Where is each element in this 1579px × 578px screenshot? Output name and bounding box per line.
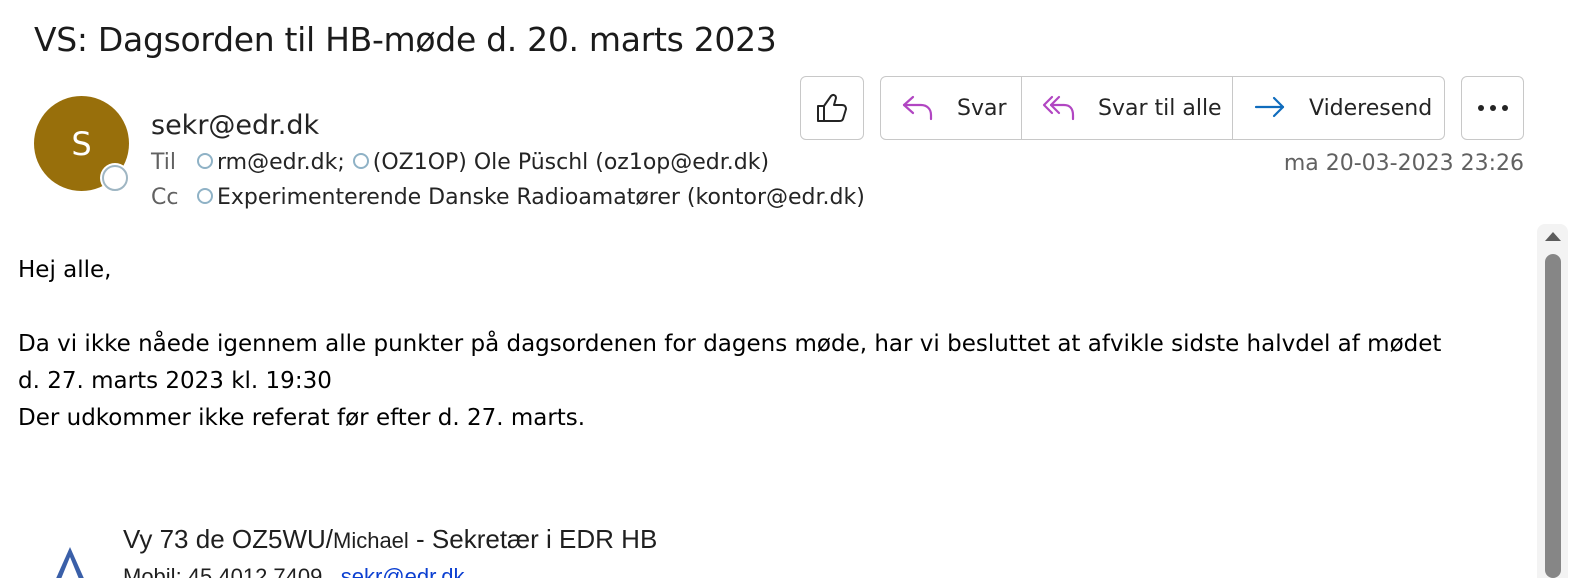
presence-status-icon [102, 165, 128, 191]
to-recipients-row: Til rm@edr.dk; (OZ1OP) Ole Püschl (oz1op… [151, 150, 769, 175]
cc-recipients-row: Cc Experimenterende Danske Radioamatører… [151, 185, 865, 210]
like-button[interactable] [800, 76, 864, 140]
forward-label: Videresend [1309, 95, 1433, 121]
reply-all-label: Svar til alle [1098, 95, 1222, 121]
signature-callsign: Vy 73 de OZ5WU/ [123, 524, 333, 554]
more-horizontal-icon [1477, 105, 1508, 111]
cc-label: Cc [151, 185, 179, 210]
body-line: Der udkommer ikke referat før efter d. 2… [18, 405, 586, 431]
avatar-initial: S [71, 124, 92, 163]
message-body: Hej alle, Da vi ikke nåede igennem alle … [18, 252, 1518, 437]
signature-line: Vy 73 de OZ5WU/Michael - Sekretær i EDR … [123, 524, 657, 555]
scroll-up-arrow-icon[interactable] [1544, 230, 1562, 242]
recipient-item[interactable]: Experimenterende Danske Radioamatører (k… [217, 185, 865, 210]
to-label: Til [151, 150, 176, 175]
signature-phone: Mobil: 45 4012 7409 [123, 564, 323, 578]
reply-all-icon [1042, 95, 1075, 121]
recipient-item[interactable]: (OZ1OP) Ole Püschl (oz1op@edr.dk) [373, 150, 769, 175]
more-actions-button[interactable] [1461, 76, 1524, 140]
reply-icon [902, 95, 933, 121]
presence-circle-icon [197, 152, 213, 169]
signature-contact-line: Mobil: 45 4012 7409 sekr@edr.dk [123, 564, 465, 578]
recipient-item[interactable]: rm@edr.dk; [217, 150, 345, 175]
body-line: d. 27. marts 2023 kl. 19:30 [18, 368, 332, 394]
reply-all-button[interactable]: Svar til alle [1021, 77, 1232, 139]
reply-label: Svar [957, 95, 1007, 121]
signature-email-link[interactable]: sekr@edr.dk [341, 564, 465, 578]
email-subject: VS: Dagsorden til HB-møde d. 20. marts 2… [34, 20, 777, 59]
edr-logo-icon [52, 545, 88, 578]
reply-actions-group: Svar Svar til alle Videresend [880, 76, 1445, 140]
body-line: Da vi ikke nåede igennem alle punkter på… [18, 331, 1442, 357]
presence-circle-icon [352, 152, 369, 169]
presence-circle-icon [197, 187, 213, 204]
forward-button[interactable]: Videresend [1232, 77, 1444, 139]
body-greeting: Hej alle, [18, 257, 112, 283]
sender-address[interactable]: sekr@edr.dk [151, 110, 319, 141]
signature-name: Michael [333, 528, 409, 553]
signature-role: - Sekretær i EDR HB [408, 524, 658, 554]
scrollbar-thumb[interactable] [1545, 254, 1561, 578]
reply-button[interactable]: Svar [881, 77, 1021, 139]
forward-icon [1254, 96, 1285, 118]
message-date: ma 20-03-2023 23:26 [1283, 151, 1524, 176]
thumbs-up-icon [817, 93, 847, 122]
email-reading-pane: VS: Dagsorden til HB-møde d. 20. marts 2… [0, 0, 1579, 578]
